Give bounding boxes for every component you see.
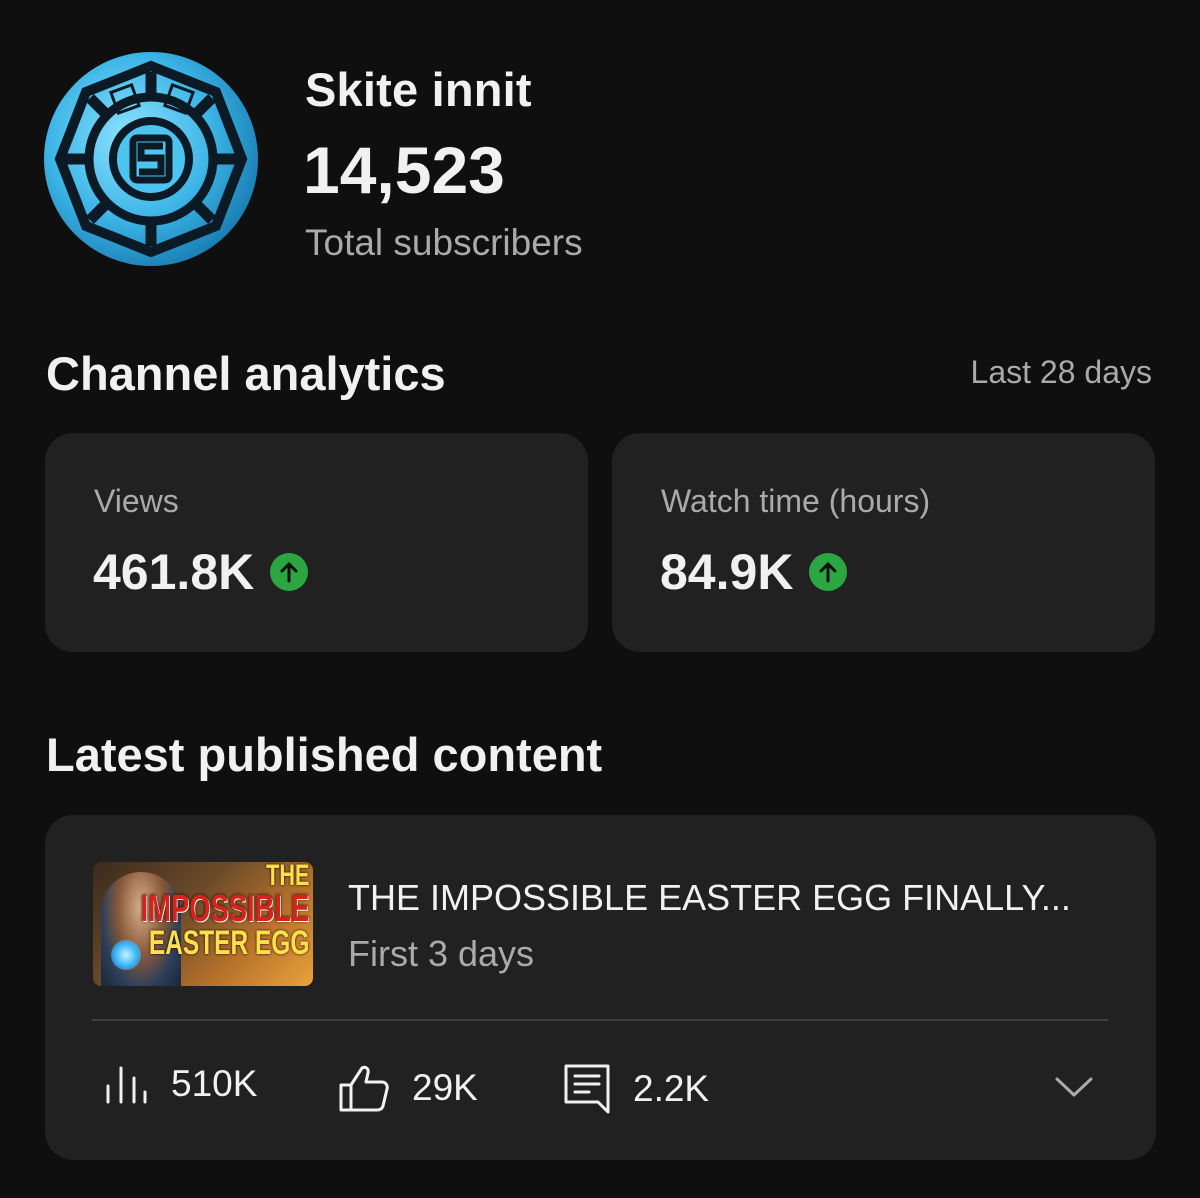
arrow-up-icon — [809, 553, 848, 591]
arrow-up-icon — [270, 553, 309, 591]
divider — [92, 1019, 1108, 1021]
watch-time-label: Watch time (hours) — [661, 483, 931, 519]
views-label: Views — [94, 483, 179, 519]
comment-icon — [564, 1064, 610, 1114]
video-thumbnail[interactable]: THE IMPOSSIBLE EASTER EGG — [93, 862, 313, 986]
expand-button[interactable] — [1055, 1075, 1093, 1104]
latest-content-title: Latest published content — [46, 728, 603, 781]
thumbnail-text-line: IMPOSSIBLE — [140, 887, 309, 930]
watch-time-value: 84.9K — [660, 544, 794, 600]
video-likes-metric: 29K — [338, 1063, 478, 1113]
thumbnail-text: THE IMPOSSIBLE EASTER EGG — [140, 862, 309, 962]
analytics-title: Channel analytics — [46, 347, 446, 400]
thumbs-up-icon — [339, 1065, 389, 1112]
video-period: First 3 days — [348, 933, 535, 974]
subscriber-label: Total subscribers — [305, 222, 583, 263]
chevron-down-icon — [1055, 1077, 1093, 1097]
video-views-value: 510K — [171, 1063, 258, 1104]
analytics-period: Last 28 days — [970, 354, 1152, 390]
watch-time-card[interactable]: Watch time (hours) 84.9K — [612, 433, 1155, 652]
bar-chart-icon — [106, 1066, 147, 1104]
video-likes-value: 29K — [412, 1067, 478, 1108]
thumbnail-text-line: EASTER EGG — [148, 923, 309, 962]
thumbnail-glow — [111, 940, 141, 970]
channel-avatar[interactable] — [44, 52, 258, 266]
thumbnail-text-line: THE — [265, 862, 309, 892]
video-comments-metric: 2.2K — [563, 1063, 709, 1115]
channel-name: Skite innit — [305, 63, 532, 116]
views-value: 461.8K — [93, 544, 255, 600]
video-title[interactable]: THE IMPOSSIBLE EASTER EGG FINALLY... — [348, 877, 1108, 919]
skite-logo-icon — [54, 60, 248, 258]
video-comments-value: 2.2K — [633, 1068, 710, 1109]
subscriber-count: 14,523 — [303, 133, 505, 207]
views-card[interactable]: Views 461.8K — [45, 433, 588, 652]
video-views-metric: 510K — [103, 1063, 257, 1105]
latest-video-card[interactable]: THE IMPOSSIBLE EASTER EGG THE IMPOSSIBLE… — [45, 815, 1156, 1160]
